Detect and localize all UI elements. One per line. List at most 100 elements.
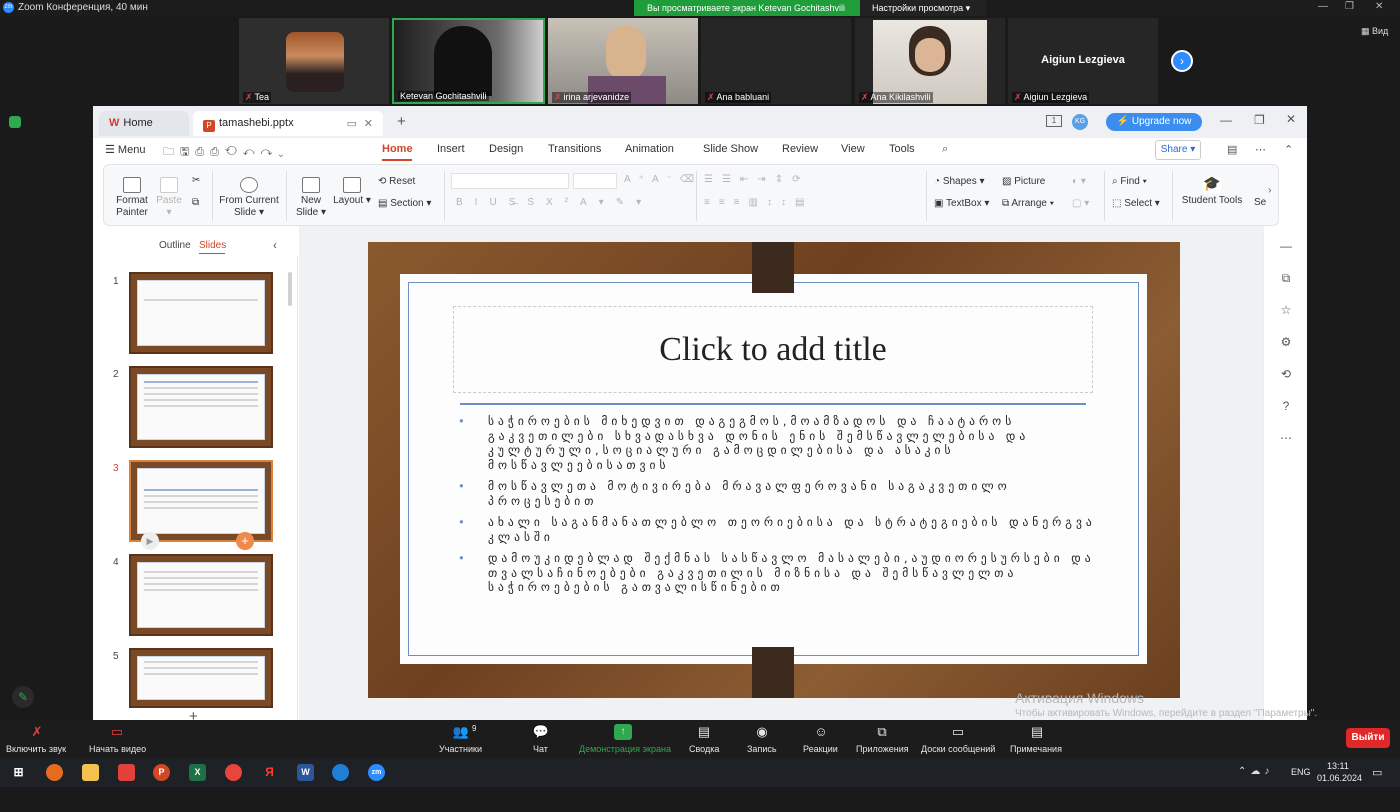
quick-access-icons[interactable]: 🗀🖫⎙⎙⟲↶↷⌄ — [163, 143, 289, 162]
tab-transitions[interactable]: Transitions — [548, 143, 601, 155]
tab-design[interactable]: Design — [489, 143, 523, 155]
student-tools-button[interactable]: 🎓 Student Tools — [1180, 176, 1244, 207]
participant-tile[interactable]: Aigiun Lezgieva ✗ Aigiun Lezgieva — [1008, 18, 1158, 104]
tab-tools[interactable]: Tools — [889, 143, 915, 155]
tab-review[interactable]: Review — [782, 143, 818, 155]
chat-icon[interactable]: 💬 — [532, 724, 550, 740]
notes-button[interactable]: Примечания — [1010, 744, 1062, 754]
windows-start-icon[interactable]: ⊞ — [10, 764, 27, 781]
next-page-button[interactable]: › — [1171, 50, 1193, 72]
shapes-button[interactable]: ◔ Shapes ▾ — [934, 176, 985, 187]
more-icon[interactable]: ⋯ — [1278, 430, 1294, 446]
participant-tile[interactable]: ✗ Tea — [239, 18, 389, 104]
maximize-icon[interactable]: ❐ — [1345, 1, 1354, 12]
new-tab-icon[interactable]: + — [397, 113, 406, 130]
copy-icon[interactable]: ⧉ — [192, 197, 199, 208]
apps-button[interactable]: Приложения — [856, 744, 909, 754]
copy-slide-icon[interactable]: ⧉ — [1278, 270, 1294, 286]
star-icon[interactable]: ☆ — [1278, 302, 1294, 318]
font-style-icons[interactable]: BIUS̶SX²A▾✎▾ — [456, 197, 653, 208]
tab-home-ribbon[interactable]: Home — [382, 143, 413, 155]
paragraph-icons-top[interactable]: ☰☰⇤⇥⇕⟳ — [704, 174, 809, 185]
play-slide-icon[interactable]: ▶ — [141, 532, 159, 550]
font-size-select[interactable] — [573, 173, 617, 189]
section-button[interactable]: ▤ Section ▾ — [378, 198, 431, 209]
participant-tile[interactable]: ✗ Ana babluani — [701, 18, 851, 104]
participants-icon[interactable]: 👥 — [452, 724, 470, 740]
minus-icon[interactable]: — — [1278, 238, 1294, 254]
new-slide-button[interactable]: New Slide ▾ — [294, 177, 328, 219]
textbox-button[interactable]: ▣ TextBox ▾ — [934, 198, 989, 209]
chrome-icon[interactable] — [225, 764, 242, 781]
layout-toggle-icon[interactable]: 1 — [1046, 115, 1062, 127]
from-current-slide-button[interactable]: From Current Slide ▾ — [218, 177, 280, 219]
tab-home[interactable]: W Home — [99, 111, 189, 136]
font-name-select[interactable] — [451, 173, 569, 189]
collapse-ribbon-icon[interactable]: ⌃ — [1284, 143, 1293, 156]
tab-slides[interactable]: Slides — [199, 240, 226, 251]
layout-button[interactable]: Layout ▾ — [332, 177, 372, 207]
summary-icon[interactable]: ▤ — [695, 724, 713, 740]
pane-scrollbar[interactable] — [288, 272, 292, 306]
slide-thumbnail-1[interactable] — [129, 272, 273, 354]
unmute-button[interactable]: Включить звук — [6, 744, 66, 754]
system-tray-icons[interactable]: ⌃☁♪ — [1238, 766, 1273, 777]
notifications-icon[interactable]: ▭ — [1372, 766, 1382, 779]
word-icon[interactable]: W — [297, 764, 314, 781]
chat-button[interactable]: Чат — [533, 744, 548, 754]
tab-file[interactable]: Ptamashebi.pptx ▭ ✕ — [193, 111, 383, 136]
tab-insert[interactable]: Insert — [437, 143, 465, 155]
ribbon-scroll-right-icon[interactable]: › — [1268, 185, 1271, 196]
minimize-icon[interactable]: — — [1318, 1, 1328, 12]
restore-icon[interactable]: ❐ — [1254, 113, 1265, 127]
annotate-pen-icon[interactable]: ✎ — [12, 686, 34, 708]
share-screen-icon[interactable]: ↑ — [614, 724, 632, 740]
avatar[interactable]: KG — [1072, 114, 1088, 130]
add-slide-icon[interactable]: + — [236, 532, 254, 550]
paragraph-icons-bottom[interactable]: ≡≡≡▥↕↕▤ — [704, 197, 813, 208]
record-button[interactable]: Запись — [747, 744, 777, 754]
more-icon[interactable]: ⋯ — [1255, 143, 1266, 156]
se-button[interactable]: Se — [1254, 197, 1266, 208]
leave-button[interactable]: Выйти — [1346, 728, 1390, 748]
summary-button[interactable]: Сводка — [689, 744, 719, 754]
whiteboards-icon[interactable]: ▭ — [949, 724, 967, 740]
apps-icon[interactable]: ⧉ — [873, 724, 891, 740]
comment-icon[interactable]: ▤ — [1227, 143, 1237, 156]
menu-button[interactable]: ☰ Menu — [105, 143, 145, 156]
clock-date[interactable]: 01.06.2024 — [1317, 773, 1362, 783]
settings-sliders-icon[interactable]: ⚙ — [1278, 334, 1294, 350]
title-placeholder[interactable]: Click to add title — [453, 306, 1093, 393]
share-button[interactable]: Share ▾ — [1155, 140, 1201, 160]
picture-button[interactable]: ▨ Picture — [1002, 176, 1045, 187]
reactions-icon[interactable]: ☺ — [812, 724, 830, 740]
slide[interactable]: Click to add title საჭიროების მიხედვით დ… — [368, 242, 1180, 698]
edge-icon[interactable] — [332, 764, 349, 781]
reset-button[interactable]: ⟲ Reset — [378, 176, 415, 187]
view-settings-button[interactable]: Настройки просмотра ▾ — [860, 0, 986, 16]
participant-tile[interactable]: ✗ irina arjevanidze — [548, 18, 698, 104]
slide-thumbnail-5[interactable] — [129, 648, 273, 708]
yandex-icon[interactable]: Я — [261, 764, 278, 781]
upgrade-button[interactable]: ⚡ Upgrade now — [1106, 113, 1202, 131]
cut-icon[interactable]: ✂ — [192, 175, 200, 186]
powerpoint-icon[interactable]: P — [153, 764, 170, 781]
reactions-button[interactable]: Реакции — [803, 744, 838, 754]
format-painter-button[interactable]: Format Painter — [112, 177, 152, 219]
history-icon[interactable]: ⟲ — [1278, 366, 1294, 382]
slide-thumbnail-4[interactable] — [129, 554, 273, 636]
file-explorer-icon[interactable] — [82, 764, 99, 781]
view-button[interactable]: ▦ Вид — [1361, 26, 1388, 37]
share-screen-button[interactable]: Демонстрация экрана — [579, 744, 671, 754]
firefox-icon[interactable] — [46, 764, 63, 781]
participant-tile-active[interactable]: Ketevan Gochitashvili — [392, 18, 545, 104]
tab-outline[interactable]: Outline — [159, 240, 191, 251]
help-icon[interactable]: ? — [1278, 398, 1294, 414]
collapse-pane-icon[interactable]: ‹ — [273, 238, 277, 252]
zoom-taskbar-icon[interactable]: zm — [368, 764, 385, 781]
fill-icon[interactable]: ◐ ▾ — [1072, 176, 1086, 187]
paste-button[interactable]: Paste ▾ — [154, 177, 184, 219]
muted-mic-icon[interactable]: ✗ — [28, 724, 46, 740]
start-video-button[interactable]: Начать видео — [89, 744, 146, 754]
slide-thumbnail-3-selected[interactable] — [129, 460, 273, 542]
